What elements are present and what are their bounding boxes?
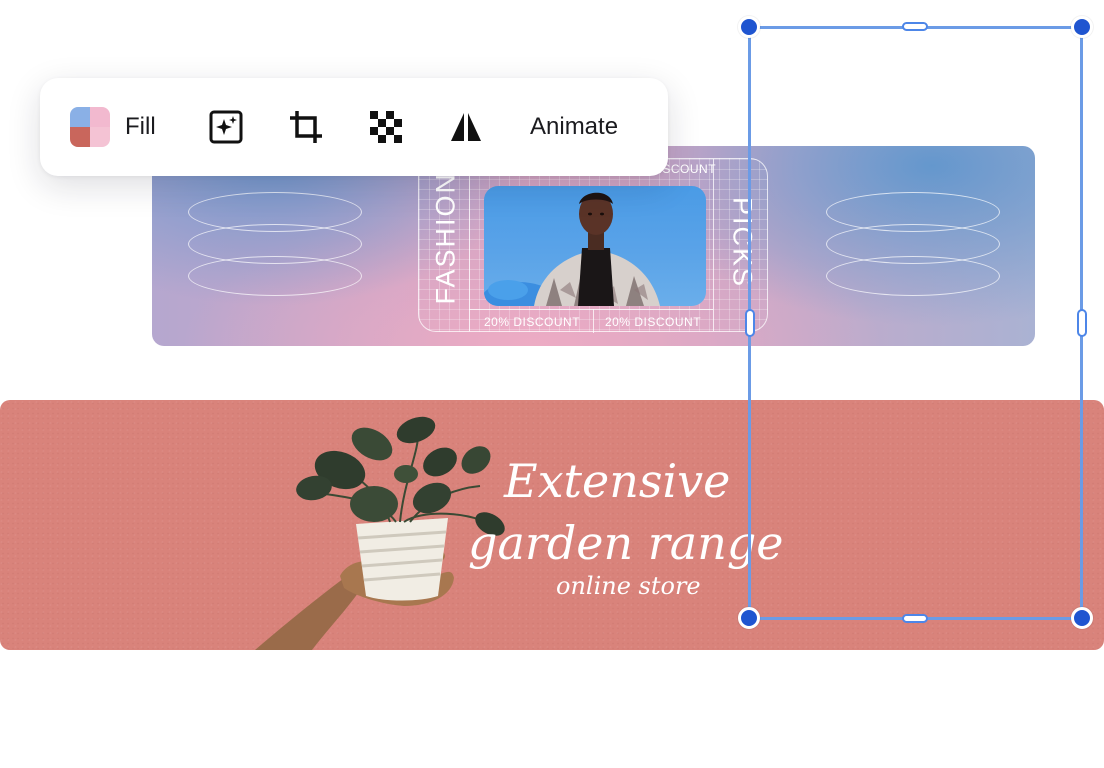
garden-title-line1: Extensive [504,454,731,508]
flip-icon [451,113,481,141]
fashion-vertical-text: FASHION [430,171,461,305]
model-illustration [484,192,660,306]
magic-edit-icon [209,110,243,144]
crop-icon [290,111,322,143]
context-toolbar: Fill Animate [40,78,668,176]
discount-bottom-right-label: 20% DISCOUNT [605,315,702,329]
garden-subtitle: online store [556,572,701,600]
decorative-ring [826,256,1000,296]
resize-handle-bottom-right[interactable] [1071,607,1093,629]
resize-handle-bottom-left[interactable] [738,607,760,629]
transparency-icon [370,111,402,143]
resize-handle-right[interactable] [1077,309,1087,337]
crop-button[interactable] [288,78,324,176]
garden-banner[interactable]: Extensive garden range online store [0,400,1104,650]
fill-button[interactable]: Fill [70,78,156,176]
animate-button[interactable]: Animate [530,78,618,176]
flip-button[interactable] [448,78,484,176]
transparency-button[interactable] [368,78,404,176]
decorative-ring [188,256,362,296]
animate-label: Animate [530,113,619,140]
ticket-divider [713,159,714,331]
fill-swatch-icon [70,107,110,147]
ticket-divider [469,309,713,310]
discount-bottom-left-label: 20% DISCOUNT [484,315,581,329]
picks-vertical-text: PICKS [727,196,758,289]
resize-handle-left[interactable] [745,309,755,337]
resize-handle-top-right[interactable] [1071,16,1093,38]
magic-edit-button[interactable] [208,78,244,176]
resize-handle-top[interactable] [902,22,928,31]
resize-handle-top-left[interactable] [738,16,760,38]
fill-label: Fill [125,113,156,140]
resize-handle-bottom[interactable] [902,614,928,623]
garden-title-line2: garden range [468,516,784,570]
ticket-divider [593,309,594,333]
fashion-banner[interactable]: FASHION PICKS 20% DISCOUNT 20% DISCOUNT … [152,146,1035,346]
ticket-divider [469,159,470,331]
model-photo [484,186,706,306]
